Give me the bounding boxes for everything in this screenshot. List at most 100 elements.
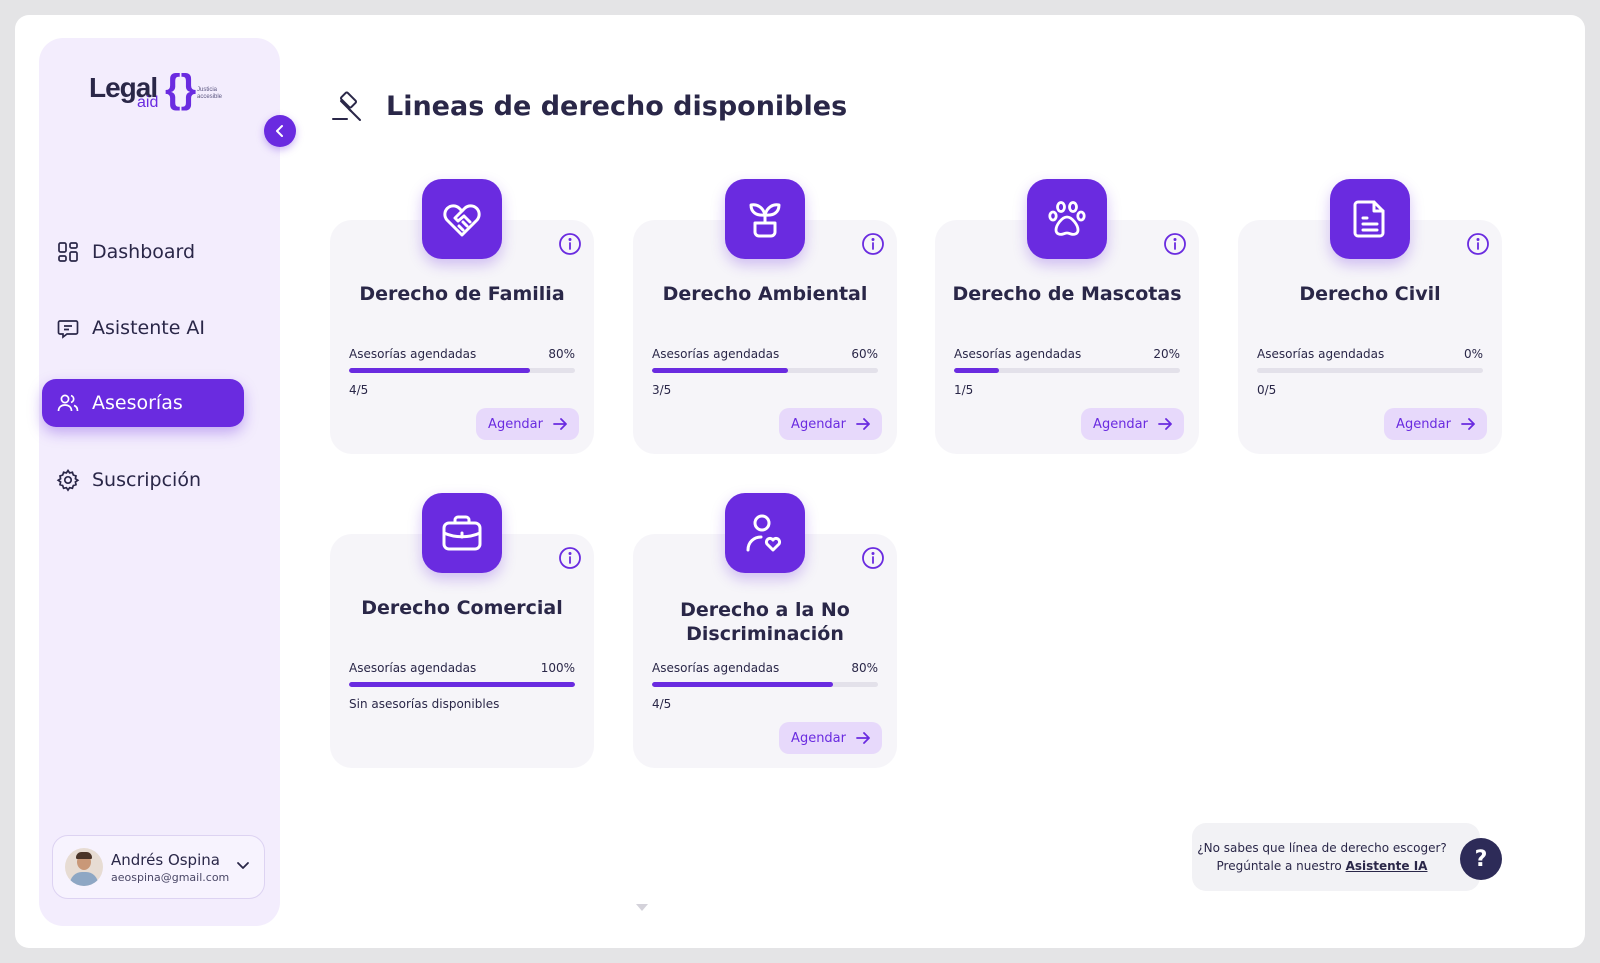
arrow-right-icon — [856, 418, 870, 430]
arrow-right-icon — [1461, 418, 1475, 430]
help-button[interactable]: ? — [1460, 838, 1502, 880]
card-stats-row: Asesorías agendadas 20% — [954, 347, 1180, 361]
card-stats-row: Asesorías agendadas 100% — [349, 661, 575, 675]
ai-assistant-prompt: ¿No sabes que línea de derecho escoger? … — [1192, 823, 1480, 891]
briefcase-icon — [442, 515, 482, 551]
info-icon[interactable] — [558, 546, 582, 570]
card-stats-label: Asesorías agendadas — [349, 661, 477, 675]
chevron-down-icon — [237, 862, 249, 869]
agendar-button[interactable]: Agendar — [779, 408, 882, 440]
info-icon[interactable] — [1466, 232, 1490, 256]
sidebar-item-dashboard[interactable]: Dashboard — [42, 228, 244, 276]
sidebar-item-asistente-ai[interactable]: Asistente AI — [42, 304, 244, 352]
agendar-button-label: Agendar — [488, 416, 543, 432]
card-stats-percent: 100% — [540, 661, 575, 675]
law-card-ambiental: Derecho Ambiental Asesorías agendadas 60… — [633, 179, 897, 454]
sidebar-item-suscripcion[interactable]: Suscripción — [42, 456, 244, 504]
scroll-down-indicator — [636, 904, 648, 911]
law-card-no-discriminacion: Derecho a la No Discriminación Asesorías… — [633, 493, 897, 768]
logo-text-sub: aid — [137, 94, 159, 111]
chevron-left-icon — [276, 125, 283, 137]
arrow-right-icon — [1158, 418, 1172, 430]
card-icon-tile — [422, 493, 502, 573]
progress-bar — [954, 368, 1180, 373]
page-header: Lineas de derecho disponibles — [330, 88, 847, 124]
gavel-icon — [332, 91, 361, 121]
help-suggestion: Pregúntale a nuestro Asistente IA — [1217, 857, 1428, 875]
agendar-button-label: Agendar — [791, 730, 846, 746]
progress-fill — [954, 368, 1000, 373]
card-stats-row: Asesorías agendadas 80% — [652, 661, 878, 675]
agendar-button[interactable]: Agendar — [1081, 408, 1184, 440]
arrow-right-icon — [856, 732, 870, 744]
sidebar-item-label: Suscripción — [92, 469, 201, 491]
dashboard-icon — [58, 242, 78, 262]
progress-bar — [1257, 368, 1483, 373]
card-stats-percent: 0% — [1463, 347, 1483, 361]
paw-icon — [1048, 201, 1086, 236]
sidebar-item-label: Dashboard — [92, 241, 196, 263]
info-icon[interactable] — [1163, 232, 1187, 256]
law-card-comercial: Derecho Comercial Asesorías agendadas 10… — [330, 493, 594, 768]
sidebar-item-asesorias[interactable]: Asesorías — [42, 379, 244, 427]
arrow-right-icon — [553, 418, 567, 430]
agendar-button[interactable]: Agendar — [1384, 408, 1487, 440]
user-email: aeospina@gmail.com — [111, 870, 230, 884]
card-stats-percent: 80% — [548, 347, 575, 361]
plant-icon — [749, 203, 781, 238]
card-icon-tile — [725, 179, 805, 259]
sidebar-item-label: Asesorías — [92, 392, 183, 414]
card-icon-tile — [1330, 179, 1410, 259]
agendar-button-label: Agendar — [791, 416, 846, 432]
card-stats-percent: 80% — [851, 661, 878, 675]
card-status-text: Sin asesorías disponibles — [349, 697, 500, 711]
info-icon[interactable] — [558, 232, 582, 256]
card-stats-row: Asesorías agendadas 80% — [349, 347, 575, 361]
progress-bar — [349, 682, 575, 687]
card-stats-label: Asesorías agendadas — [652, 347, 780, 361]
collapse-sidebar-button[interactable] — [264, 115, 296, 147]
card-title: Derecho de Mascotas — [952, 283, 1182, 305]
logo-tagline-line2: accesible — [197, 94, 223, 100]
law-card-familia: Derecho de Familia Asesorías agendadas 8… — [330, 179, 594, 454]
logo-tagline: Justicia accesible — [197, 87, 237, 101]
card-icon-tile — [725, 493, 805, 573]
card-count: 3/5 — [652, 383, 672, 397]
users-icon — [57, 394, 79, 412]
info-icon[interactable] — [861, 546, 885, 570]
agendar-button[interactable]: Agendar — [476, 408, 579, 440]
card-stats-row: Asesorías agendadas 60% — [652, 347, 878, 361]
logo-braces: {} — [165, 67, 197, 111]
info-icon[interactable] — [861, 232, 885, 256]
sidebar-item-label: Asistente AI — [92, 317, 206, 339]
card-count: 4/5 — [652, 697, 672, 711]
question-mark-icon: ? — [1474, 846, 1488, 872]
agendar-button-label: Agendar — [1093, 416, 1148, 432]
card-stats-label: Asesorías agendadas — [349, 347, 477, 361]
card-title: Derecho Comercial — [361, 597, 563, 619]
agendar-button[interactable]: Agendar — [779, 722, 882, 754]
card-title: Derecho a la No Discriminación — [680, 599, 850, 645]
asistente-ia-link[interactable]: Asistente IA — [1346, 859, 1428, 873]
law-card-mascotas: Derecho de Mascotas Asesorías agendadas … — [935, 179, 1199, 454]
legal-aid-logo: Legal aid {} Justicia accesible — [89, 67, 239, 120]
heart-handshake-icon — [443, 204, 481, 237]
card-icon-tile — [1027, 179, 1107, 259]
chat-icon — [57, 320, 79, 339]
avatar — [65, 848, 103, 886]
card-stats-row: Asesorías agendadas 0% — [1257, 347, 1483, 361]
card-count: 1/5 — [954, 383, 974, 397]
user-name: Andrés Ospina — [111, 850, 220, 869]
agendar-button-label: Agendar — [1396, 416, 1451, 432]
user-profile-menu[interactable]: Andrés Ospina aeospina@gmail.com — [52, 835, 265, 899]
help-suggestion-text: Pregúntale a nuestro — [1216, 859, 1346, 873]
help-question: ¿No sabes que línea de derecho escoger? — [1197, 841, 1447, 855]
progress-bar — [652, 682, 878, 687]
progress-bar — [349, 368, 575, 373]
card-stats-label: Asesorías agendadas — [954, 347, 1082, 361]
progress-fill — [349, 368, 530, 373]
card-stats-label: Asesorías agendadas — [1257, 347, 1385, 361]
logo-tagline-line1: Justicia — [197, 87, 218, 93]
card-stats-percent: 60% — [851, 347, 878, 361]
page-title: Lineas de derecho disponibles — [386, 90, 848, 122]
